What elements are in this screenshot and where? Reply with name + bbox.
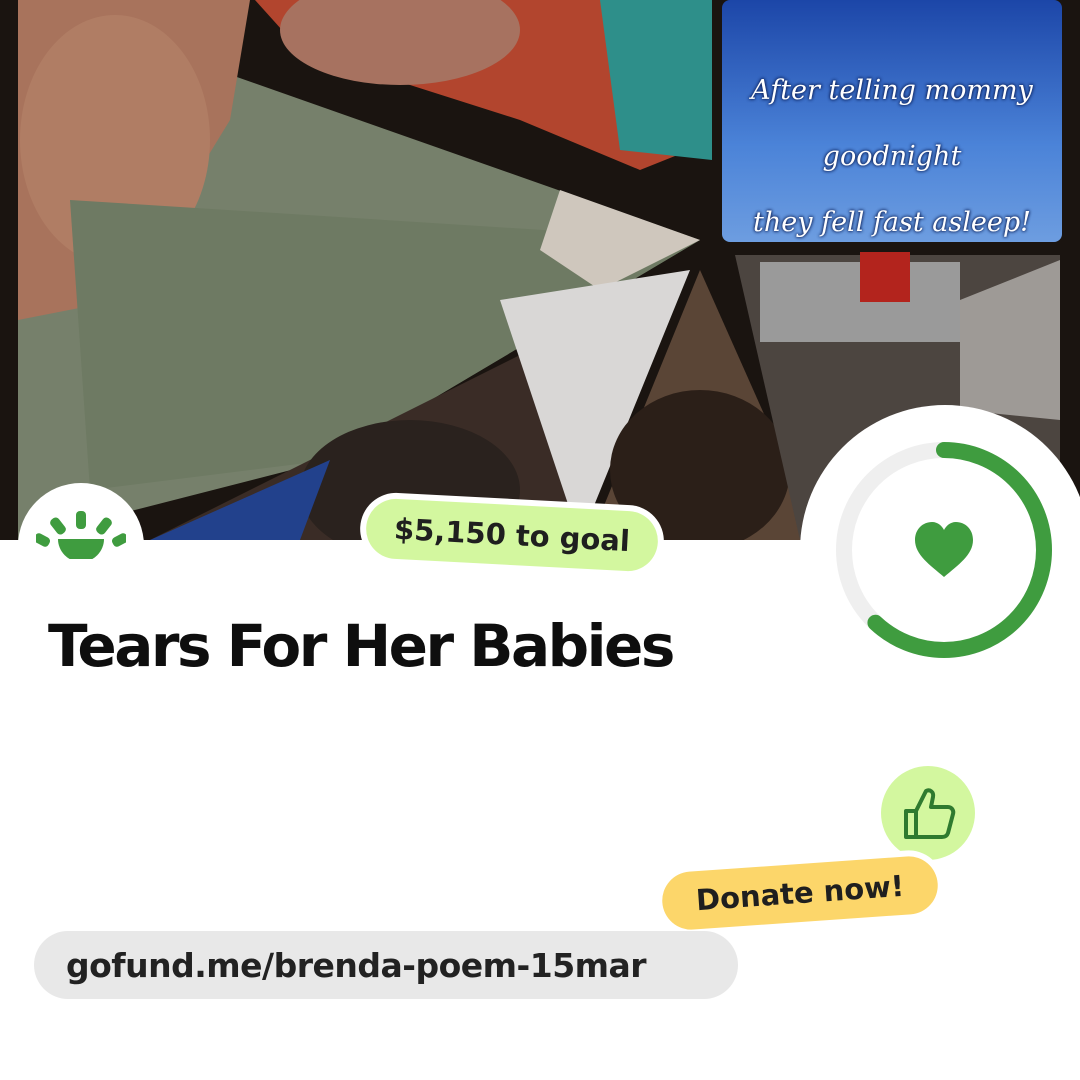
progress-ring [836,442,1052,658]
caption-line-2: goodnight [822,141,962,172]
thumbs-up-icon [904,788,956,839]
caption-line-1: After telling mommy [751,75,1033,106]
thumbs-up-badge [881,766,975,860]
brand-logo [18,483,144,609]
campaign-url[interactable]: gofund.me/brenda-poem-15mar [34,931,738,999]
progress-indicator [800,405,1080,695]
sunrise-logo-icon [36,511,126,559]
campaign-title: Tears For Her Babies [48,612,675,680]
goal-remaining-text: $5,150 to goal [364,497,660,573]
heart-icon [915,522,973,577]
caption-line-3: they fell fast asleep! [753,207,1031,238]
photo-caption-banner: After telling mommy goodnight they fell … [722,0,1062,242]
donate-now-label: Donate now! [660,854,940,932]
